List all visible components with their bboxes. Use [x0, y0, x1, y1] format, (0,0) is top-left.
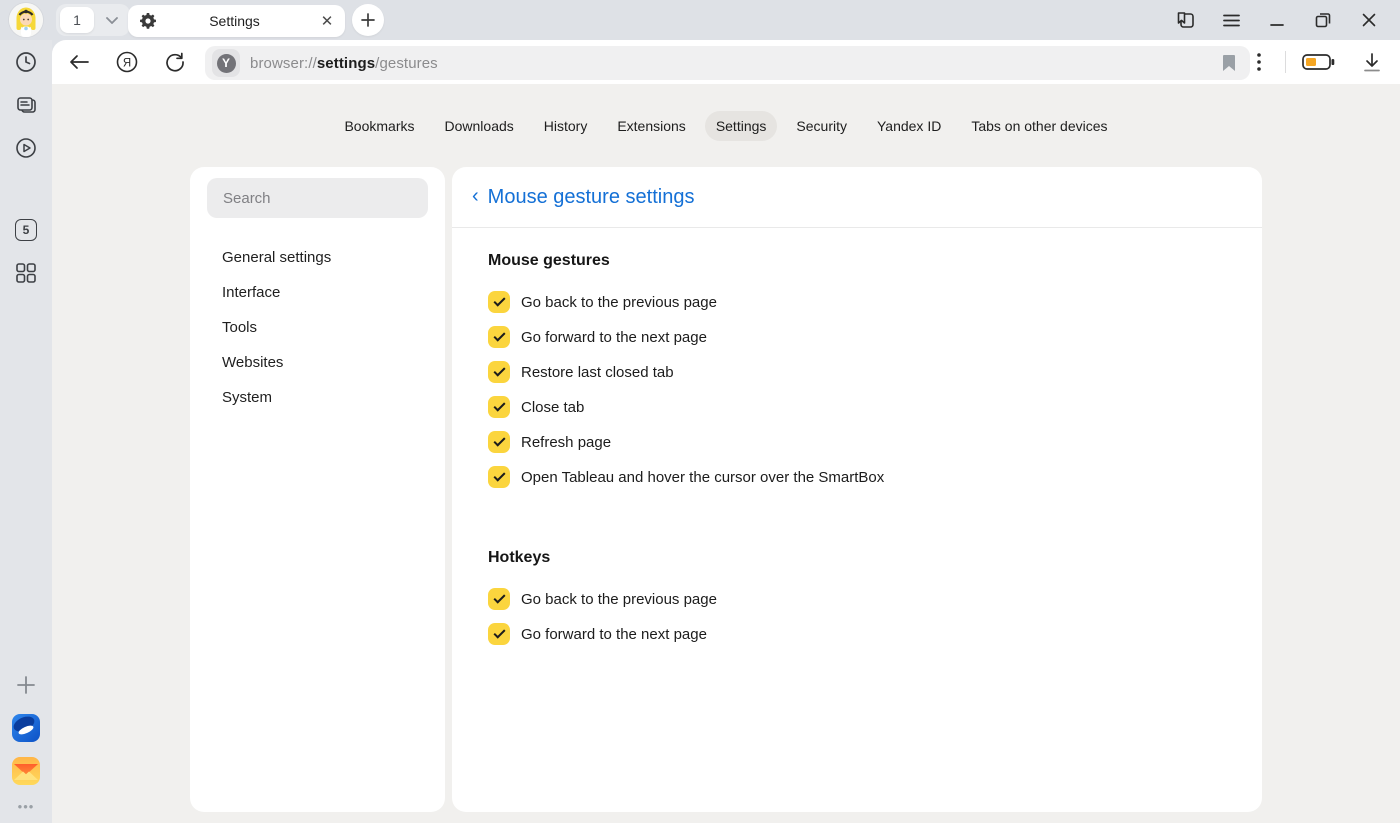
- menu-hamburger-icon[interactable]: [1208, 0, 1254, 40]
- yandex-mail-icon[interactable]: [0, 753, 52, 789]
- nav-tab-downloads[interactable]: Downloads: [434, 111, 525, 141]
- feed-pages-icon[interactable]: [0, 87, 52, 123]
- tab-close-icon[interactable]: ✕: [313, 7, 341, 35]
- tab-bar: 1 Settings ✕: [0, 0, 1400, 40]
- history-clock-icon[interactable]: [0, 44, 52, 80]
- address-bar[interactable]: Y browser://settings/gestures: [205, 46, 1250, 80]
- tab-count-badge[interactable]: 5: [0, 212, 52, 248]
- toolbar: Я Y browser://settings/gestures: [52, 40, 1400, 84]
- toolbar-divider: [1285, 51, 1286, 73]
- downloads-icon[interactable]: [1344, 44, 1400, 80]
- maximize-restore-icon[interactable]: [1300, 0, 1346, 40]
- url-path: /gestures: [375, 55, 438, 72]
- gesture-settings-panel: ‹ Mouse gesture settings Mouse gestures …: [452, 167, 1262, 812]
- plus-icon: [361, 13, 375, 27]
- svg-text:Я: Я: [123, 57, 131, 69]
- settings-nav-tabs: Bookmarks Downloads History Extensions S…: [52, 84, 1400, 167]
- minimize-icon[interactable]: [1254, 0, 1300, 40]
- gesture-option-row[interactable]: Go back to the previous page: [488, 291, 1226, 313]
- search-input[interactable]: [207, 178, 428, 218]
- avatar-girl-icon: [9, 3, 43, 37]
- section-title-hotkeys: Hotkeys: [488, 549, 1226, 567]
- checkbox-checked-icon[interactable]: [488, 623, 510, 645]
- nav-tab-extensions[interactable]: Extensions: [606, 111, 696, 141]
- settings-category-list: General settings Interface Tools Website…: [207, 240, 428, 415]
- checkbox-checked-icon[interactable]: [488, 588, 510, 610]
- checkbox-checked-icon[interactable]: [488, 466, 510, 488]
- yandex-browser-icon[interactable]: [0, 710, 52, 746]
- url-host: settings: [317, 55, 375, 72]
- hotkey-option-row[interactable]: Go back to the previous page: [488, 588, 1226, 610]
- site-favicon: Y: [212, 49, 240, 77]
- gesture-settings-body: Mouse gestures Go back to the previous p…: [452, 228, 1262, 645]
- bookmarks-panel-icon[interactable]: [1162, 0, 1208, 40]
- checkbox-checked-icon[interactable]: [488, 361, 510, 383]
- back-chevron-icon[interactable]: ‹: [472, 185, 479, 208]
- reload-icon[interactable]: [157, 44, 193, 80]
- yandex-logo-icon: Y: [217, 54, 236, 73]
- sidebar-item-system[interactable]: System: [207, 380, 428, 415]
- toolbar-right-group: [1239, 44, 1400, 80]
- sidebar-item-general[interactable]: General settings: [207, 240, 428, 275]
- gesture-option-row[interactable]: Close tab: [488, 396, 1226, 418]
- checkbox-checked-icon[interactable]: [488, 291, 510, 313]
- left-sidebar-rail: 5 •••: [0, 40, 52, 823]
- back-to-settings[interactable]: ‹ Mouse gesture settings: [452, 167, 1262, 228]
- gesture-option-row[interactable]: Refresh page: [488, 431, 1226, 453]
- bookmark-flag-icon[interactable]: [1222, 54, 1236, 72]
- nav-tab-security[interactable]: Security: [785, 111, 858, 141]
- section-title-mouse-gestures: Mouse gestures: [488, 252, 1226, 270]
- gesture-option-row[interactable]: Open Tableau and hover the cursor over t…: [488, 466, 1226, 488]
- chevron-down-icon[interactable]: [94, 17, 130, 24]
- checkbox-checked-icon[interactable]: [488, 431, 510, 453]
- video-play-icon[interactable]: [0, 130, 52, 166]
- browser-window: 1 Settings ✕: [0, 0, 1400, 823]
- page-title: Mouse gesture settings: [488, 186, 695, 209]
- gesture-option-row[interactable]: Go forward to the next page: [488, 326, 1226, 348]
- hotkey-option-row[interactable]: Go forward to the next page: [488, 623, 1226, 645]
- nav-tab-yandex-id[interactable]: Yandex ID: [866, 111, 952, 141]
- checkbox-checked-icon[interactable]: [488, 396, 510, 418]
- new-tab-button[interactable]: [352, 4, 384, 36]
- nav-tab-bookmarks[interactable]: Bookmarks: [333, 111, 425, 141]
- apps-grid-icon[interactable]: [0, 255, 52, 291]
- settings-page: Bookmarks Downloads History Extensions S…: [52, 84, 1400, 823]
- tab-counter-group[interactable]: 1: [56, 4, 130, 36]
- more-menu-icon[interactable]: [1239, 44, 1279, 80]
- gear-icon: [140, 13, 156, 29]
- sidebar-item-tools[interactable]: Tools: [207, 310, 428, 345]
- url-scheme: browser://: [250, 55, 317, 72]
- nav-tab-settings[interactable]: Settings: [705, 111, 778, 141]
- tab-title: Settings: [156, 13, 313, 29]
- window-controls: [1162, 0, 1392, 40]
- battery-icon[interactable]: [1292, 44, 1344, 80]
- sidebar-item-websites[interactable]: Websites: [207, 345, 428, 380]
- close-window-icon[interactable]: [1346, 0, 1392, 40]
- tab-settings[interactable]: Settings ✕: [128, 5, 345, 37]
- back-arrow-icon[interactable]: [61, 44, 97, 80]
- settings-sidebar: General settings Interface Tools Website…: [190, 167, 445, 812]
- nav-tab-other-devices[interactable]: Tabs on other devices: [960, 111, 1118, 141]
- more-dots-icon[interactable]: •••: [0, 788, 52, 823]
- nav-tab-history[interactable]: History: [533, 111, 599, 141]
- profile-avatar[interactable]: [9, 3, 43, 37]
- checkbox-checked-icon[interactable]: [488, 326, 510, 348]
- yandex-search-icon[interactable]: Я: [109, 44, 145, 80]
- url-text[interactable]: browser://settings/gestures: [250, 55, 438, 72]
- sidebar-item-interface[interactable]: Interface: [207, 275, 428, 310]
- gesture-option-row[interactable]: Restore last closed tab: [488, 361, 1226, 383]
- tab-counter[interactable]: 1: [60, 7, 94, 33]
- add-plus-icon[interactable]: [0, 667, 52, 703]
